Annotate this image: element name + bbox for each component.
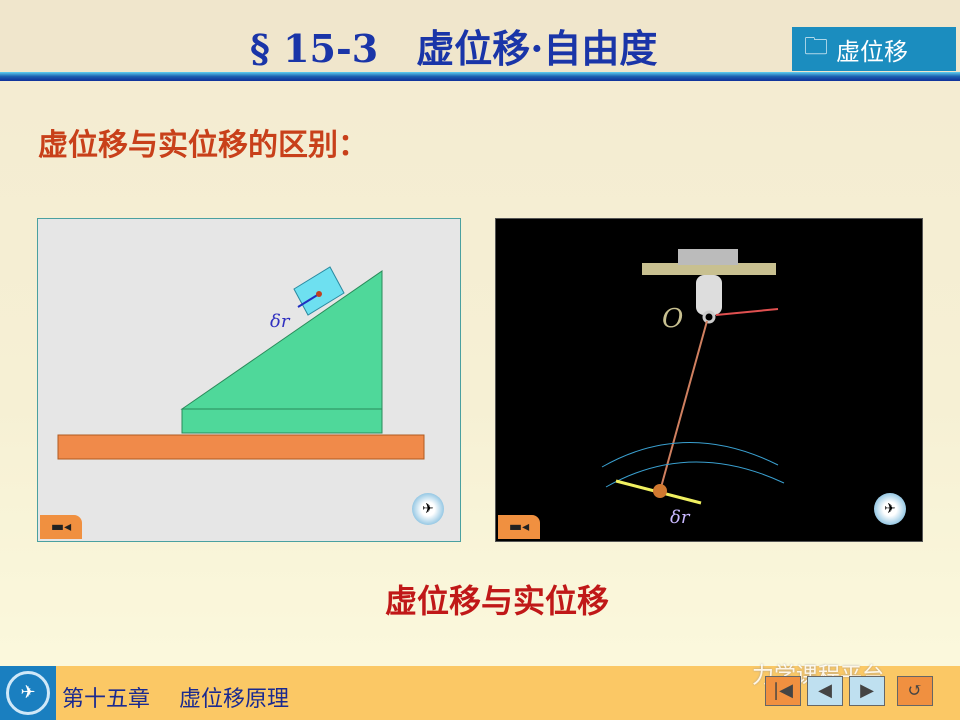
velocity-arrow: [715, 308, 779, 316]
ground-plank: [57, 434, 425, 460]
pendulum-rod: [659, 320, 708, 492]
delta-r-label: δr: [270, 311, 291, 332]
chapter-title: 第十五章 虚位移原理: [62, 687, 289, 712]
incline-diagram: δr: [57, 266, 425, 460]
section-tag-label: 虚位移: [836, 37, 908, 66]
pendulum-animation-panel[interactable]: O δr ▬◂ ✈: [495, 218, 923, 542]
globe-icon[interactable]: ✈: [874, 493, 906, 525]
university-logo: ✈: [0, 666, 56, 720]
camera-icon[interactable]: ▬◂: [40, 515, 82, 539]
pivot-label: O: [662, 304, 683, 334]
caption: 虚位移与实位移: [384, 582, 609, 620]
wedge: [180, 270, 383, 410]
section-tag[interactable]: 🗀 虚位移: [792, 27, 956, 71]
globe-icon[interactable]: ✈: [412, 493, 444, 525]
next-slide-button[interactable]: ▶: [849, 676, 885, 706]
return-button[interactable]: ↺: [897, 676, 933, 706]
page-title: § 15-3 虚位移·自由度: [250, 26, 658, 71]
folder-icon: 🗀: [804, 31, 828, 60]
subtitle: 虚位移与实位移的区别：: [38, 128, 368, 163]
header-stripe: [0, 72, 960, 81]
prev-slide-button[interactable]: ◀: [807, 676, 843, 706]
incline-animation-panel[interactable]: δr ▬◂ ✈: [37, 218, 461, 542]
pivot-hinge: [696, 275, 722, 315]
wedge-base: [181, 408, 383, 434]
support-bolt: [678, 249, 738, 265]
pendulum-bob: [653, 484, 667, 498]
pendulum-diagram: O δr: [601, 249, 785, 528]
delta-r-label: δr: [670, 507, 691, 528]
camera-icon[interactable]: ▬◂: [498, 515, 540, 539]
first-slide-button[interactable]: |◀: [765, 676, 801, 706]
